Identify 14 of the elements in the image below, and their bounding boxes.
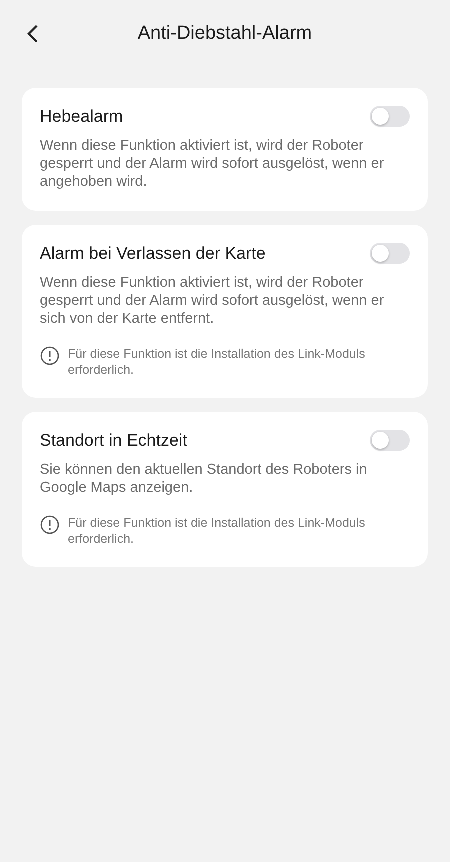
setting-title: Alarm bei Verlassen der Karte — [40, 244, 266, 264]
toggle-switch[interactable] — [370, 430, 410, 451]
toggle-switch[interactable] — [370, 243, 410, 264]
requirement-note: Für diese Funktion ist die Installation des Link-Moduls erforderlich. — [68, 346, 366, 378]
info-icon — [40, 515, 60, 535]
page-title: Anti-Diebstahl-Alarm — [138, 23, 312, 45]
toggle-switch[interactable] — [370, 106, 410, 127]
setting-title: Hebealarm — [40, 106, 124, 126]
setting-title: Standort in Echtzeit — [40, 430, 188, 450]
requirement-note: Für diese Funktion ist die Installation des Link-Moduls erforderlich. — [68, 515, 366, 547]
setting-description: Wenn diese Funktion aktiviert ist, wird der Roboter gesperrt und der Alarm wird sofort ausgelöst, wenn er angehoben wird. — [40, 137, 386, 191]
setting-description: Wenn diese Funktion aktiviert ist, wird der Roboter gesperrt und der Alarm wird sofort ausgelöst, wenn er sich von der Karte entfernt. — [40, 274, 386, 328]
setting-description: Sie können den aktuellen Standort des Roboters in Google Maps anzeigen. — [40, 461, 368, 497]
info-icon — [40, 346, 60, 366]
